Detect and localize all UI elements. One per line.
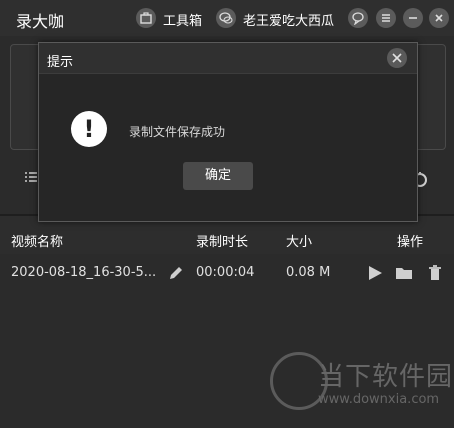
user-name[interactable]: 老王爱吃大西瓜 — [243, 10, 334, 29]
dialog-close-icon[interactable] — [387, 48, 407, 68]
folder-icon[interactable] — [395, 264, 413, 285]
row-duration: 00:00:04 — [196, 265, 255, 280]
row-name: 2020-08-18_16-30-5... — [11, 265, 157, 280]
row-size: 0.08 M — [286, 265, 331, 280]
watermark-url: www.downxia.com — [318, 392, 440, 407]
app-title: 录大咖 — [16, 12, 65, 31]
dialog-header — [39, 43, 417, 74]
column-name: 视频名称 — [11, 235, 64, 250]
ok-button[interactable]: 确定 — [183, 162, 253, 190]
minimize-icon[interactable] — [403, 8, 423, 28]
trash-icon[interactable] — [426, 264, 444, 285]
watermark-brand: 当下软件园 — [318, 362, 454, 392]
toolbox-button[interactable]: 工具箱 — [163, 10, 202, 29]
toolbox-icon[interactable] — [136, 8, 156, 28]
menu-icon[interactable] — [376, 8, 396, 28]
exclamation-mark: ! — [83, 115, 95, 143]
pencil-icon[interactable] — [167, 264, 185, 285]
column-size: 大小 — [286, 235, 313, 250]
alert-dialog: 提示 ! 录制文件保存成功 确定 — [38, 42, 418, 222]
column-actions: 操作 — [397, 235, 424, 250]
play-icon[interactable] — [366, 264, 384, 285]
column-duration: 录制时长 — [196, 235, 249, 250]
wechat-icon[interactable] — [216, 8, 236, 28]
list-icon[interactable] — [24, 170, 38, 184]
dialog-title: 提示 — [47, 55, 74, 70]
dialog-message: 录制文件保存成功 — [129, 125, 226, 139]
chat-bubble-icon[interactable] — [348, 8, 368, 28]
close-icon[interactable] — [429, 8, 449, 28]
